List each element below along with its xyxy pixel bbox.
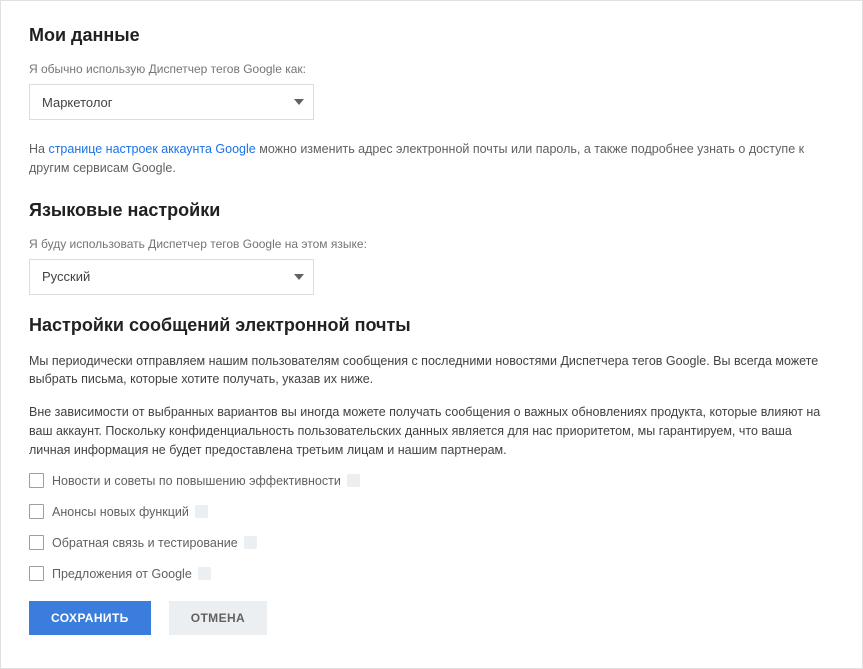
checkbox-feedback[interactable]: [29, 535, 44, 550]
account-settings-link[interactable]: странице настроек аккаунта Google: [48, 142, 255, 156]
role-label: Я обычно использую Диспетчер тегов Googl…: [29, 62, 834, 76]
action-buttons: СОХРАНИТЬ ОТМЕНА: [29, 601, 834, 635]
option-feedback: Обратная связь и тестирование: [29, 535, 834, 550]
checkbox-feedback-label: Обратная связь и тестирование: [52, 536, 238, 550]
settings-panel: Мои данные Я обычно использую Диспетчер …: [0, 0, 863, 669]
option-news: Новости и советы по повышению эффективно…: [29, 473, 834, 488]
checkbox-announcements-label: Анонсы новых функций: [52, 505, 189, 519]
email-options: Новости и советы по повышению эффективно…: [29, 473, 834, 581]
option-announcements: Анонсы новых функций: [29, 504, 834, 519]
cancel-button[interactable]: ОТМЕНА: [169, 601, 267, 635]
email-heading: Настройки сообщений электронной почты: [29, 315, 834, 336]
checkbox-offers[interactable]: [29, 566, 44, 581]
checkbox-news-label: Новости и советы по повышению эффективно…: [52, 474, 341, 488]
account-settings-info: На странице настроек аккаунта Google мож…: [29, 140, 834, 178]
email-paragraph-1: Мы периодически отправляем нашим пользов…: [29, 352, 834, 390]
help-icon[interactable]: [195, 505, 208, 518]
save-button[interactable]: СОХРАНИТЬ: [29, 601, 151, 635]
language-select[interactable]: Русский: [29, 259, 314, 295]
checkbox-announcements[interactable]: [29, 504, 44, 519]
my-data-heading: Мои данные: [29, 25, 834, 46]
email-paragraph-2: Вне зависимости от выбранных вариантов в…: [29, 403, 834, 459]
language-heading: Языковые настройки: [29, 200, 834, 221]
option-offers: Предложения от Google: [29, 566, 834, 581]
language-select-value: Русский: [42, 269, 90, 284]
role-select[interactable]: Маркетолог: [29, 84, 314, 120]
language-label: Я буду использовать Диспетчер тегов Goog…: [29, 237, 834, 251]
role-select-value: Маркетолог: [42, 95, 113, 110]
checkbox-offers-label: Предложения от Google: [52, 567, 192, 581]
help-icon[interactable]: [347, 474, 360, 487]
help-icon[interactable]: [198, 567, 211, 580]
help-icon[interactable]: [244, 536, 257, 549]
checkbox-news[interactable]: [29, 473, 44, 488]
